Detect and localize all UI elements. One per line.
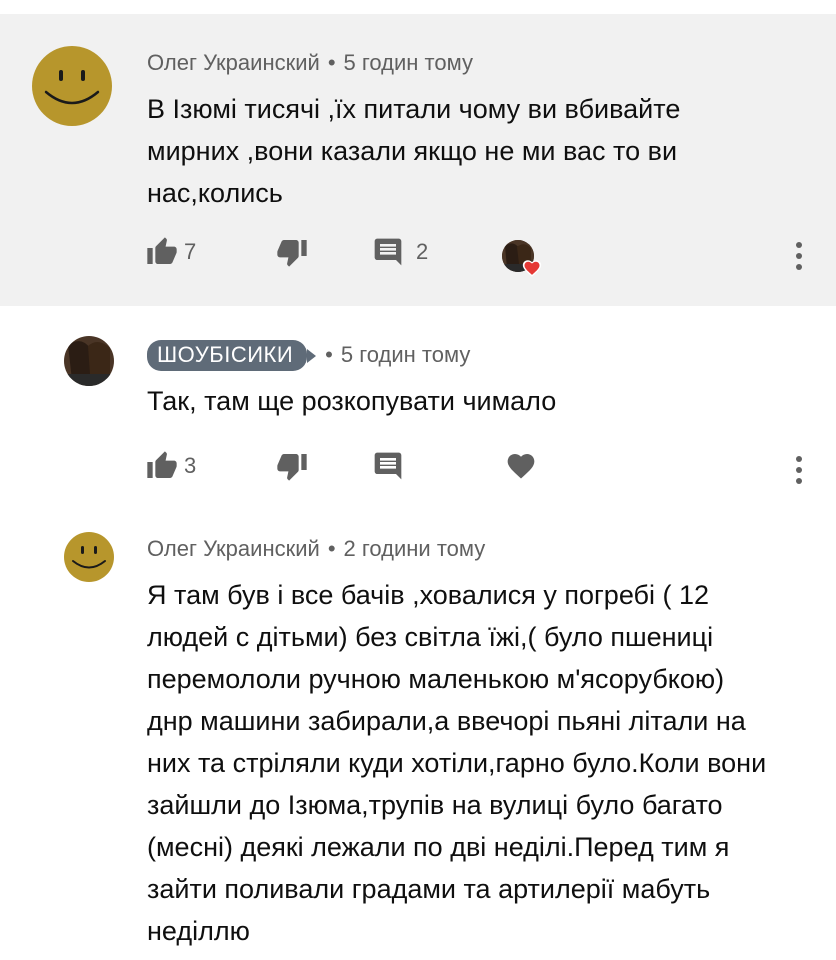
avatar-smiley[interactable] [64, 532, 114, 582]
heart-icon [507, 454, 535, 479]
comment-text: Так, там ще розкопувати чимало [147, 380, 556, 422]
thumb-up-icon [147, 451, 177, 478]
comment-line: Так, там ще розкопувати чимало [147, 386, 557, 416]
comment-meta: ШОУБІСИКИ • 5 годин тому [147, 340, 470, 371]
more-options-button[interactable] [793, 242, 805, 272]
comment-thread-1: Олег Украинский • 5 годин тому В Ізюмі тис… [0, 14, 836, 306]
comment-line: перемололи ручною маленькою м'ясорубкою) [147, 664, 725, 694]
thumb-down-icon [277, 454, 307, 481]
dislike-button[interactable] [276, 450, 308, 482]
author-name[interactable]: Олег Украинский [147, 536, 320, 561]
dislike-button[interactable] [276, 236, 308, 268]
avatar-smiley[interactable] [32, 46, 112, 126]
top-strip [0, 0, 836, 14]
comment-time[interactable]: 5 годин тому [344, 50, 473, 75]
more-options-button[interactable] [793, 456, 805, 486]
comment-actions: 3 [0, 450, 836, 490]
thumb-up-icon [147, 237, 177, 264]
comment-actions: 7 2 [0, 236, 836, 277]
comment-time[interactable]: 5 годин тому [341, 342, 470, 367]
comment-reply-1: ШОУБІСИКИ • 5 годин тому Так, там ще розко… [0, 306, 836, 512]
author-name[interactable]: Олег Украинский [147, 50, 320, 75]
comment-line: людей с дітьми) без світла їжі,( було пш… [147, 622, 714, 652]
reply-button[interactable]: 2 [372, 236, 428, 268]
comment-line: мирних ,вони казали якщо не ми вас то ви [147, 136, 678, 166]
comment-line: неділлю [147, 916, 250, 946]
comment-meta: Олег Украинский • 5 годин тому [147, 50, 473, 76]
comment-text: Я там був і все бачів ,ховалися у погреб… [147, 574, 766, 952]
separator-dot: • [327, 50, 336, 75]
comment-meta: Олег Украинский • 2 години тому [147, 536, 485, 562]
reply-button[interactable] [372, 450, 404, 482]
separator-dot: • [327, 536, 336, 561]
comment-icon [374, 452, 402, 480]
comment-line: (месні) деякі лежали по дві неділі.Перед… [147, 832, 730, 862]
like-count: 7 [184, 239, 197, 264]
comment-line: В Ізюмі тисячі ,їх питали чому ви вбивай… [147, 94, 681, 124]
channel-avatar[interactable] [64, 336, 114, 386]
heart-button[interactable] [505, 450, 537, 482]
heart-icon [522, 260, 542, 277]
comment-reply-2: Олег Украинский • 2 години тому Я там був … [0, 512, 836, 960]
comment-line: нас,колись [147, 178, 283, 208]
channel-owner-chip[interactable]: ШОУБІСИКИ [147, 340, 317, 371]
comment-line: зайшли до Ізюма,трупів на вулиці було ба… [147, 790, 723, 820]
reply-count: 2 [416, 239, 429, 264]
like-count: 3 [184, 453, 197, 478]
comment-line: зайти поливали градами та артилерії мабу… [147, 874, 711, 904]
like-button[interactable]: 3 [146, 450, 196, 482]
comment-icon [374, 238, 402, 266]
thumb-down-icon [277, 240, 307, 267]
separator-dot: • [325, 342, 333, 367]
comment-line: Я там був і все бачів ,ховалися у погреб… [147, 580, 710, 610]
creator-heart-badge [502, 240, 542, 277]
comment-line: днр машини забирали,а ввечорі пьяні літа… [147, 706, 746, 736]
comment-text: В Ізюмі тисячі ,їх питали чому ви вбивай… [147, 88, 680, 214]
like-button[interactable]: 7 [146, 236, 196, 268]
comment-line: них та стріляли куди хотіли,гарно було.К… [147, 748, 767, 778]
comment-time[interactable]: 2 години тому [344, 536, 486, 561]
